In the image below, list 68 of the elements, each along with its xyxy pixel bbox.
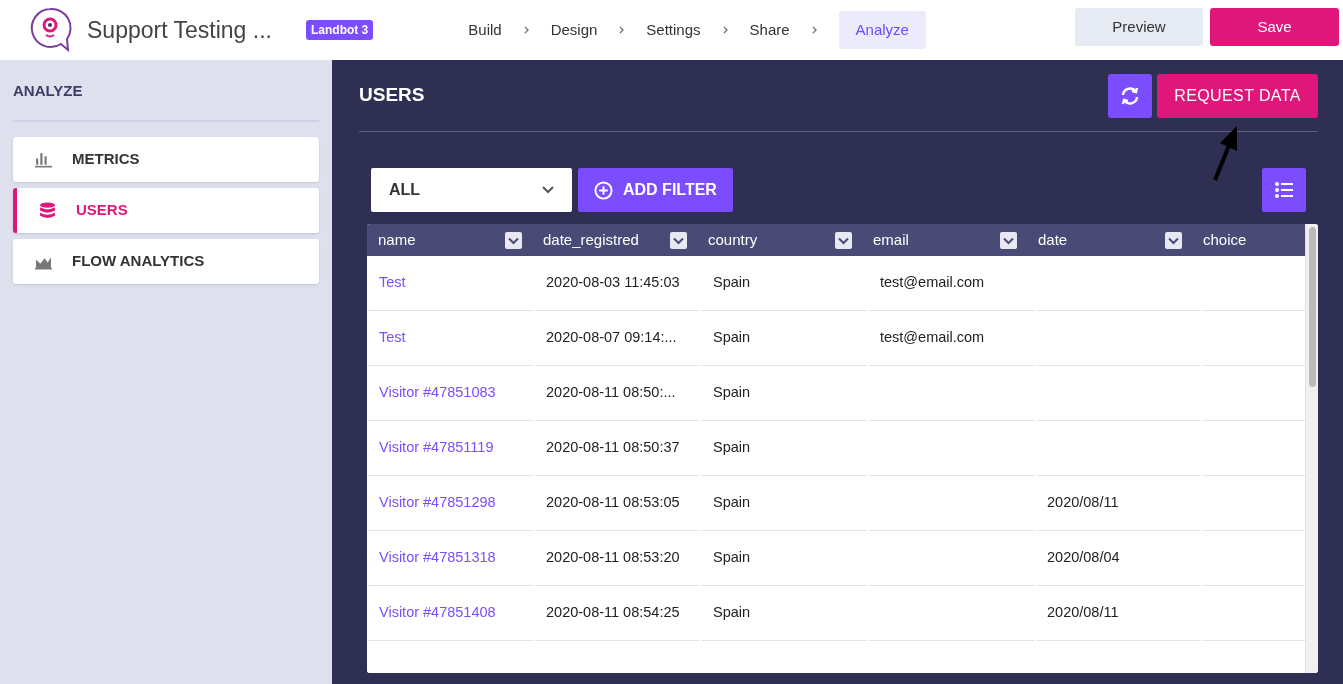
user-link[interactable]: Visitor #47851318 bbox=[379, 547, 496, 569]
table-cell-text: 2020-08-11 08:53:20 bbox=[546, 548, 680, 568]
step-tab[interactable]: Build bbox=[468, 11, 502, 49]
step-tab[interactable]: Analyze bbox=[838, 11, 926, 49]
page-title: USERS bbox=[359, 83, 426, 108]
add-filter-button[interactable]: ADD FILTER bbox=[578, 168, 733, 212]
dropdown-icon bbox=[1000, 231, 1017, 249]
step-tab[interactable]: Settings bbox=[646, 11, 701, 49]
bot-title: Support Testing ... bbox=[87, 15, 272, 45]
column-header[interactable]: country bbox=[697, 224, 862, 256]
plus-circle-icon bbox=[594, 180, 613, 200]
user-link[interactable]: Test bbox=[379, 272, 406, 294]
column-header[interactable]: date bbox=[1027, 224, 1192, 256]
user-link[interactable]: Visitor #47851119 bbox=[379, 437, 494, 459]
table-cell-text: test@email.com bbox=[880, 328, 985, 348]
table-cell-text: Spain bbox=[713, 438, 751, 458]
column-header[interactable]: name bbox=[367, 224, 532, 256]
column-header[interactable]: email bbox=[862, 224, 1027, 256]
dropdown-icon bbox=[505, 231, 522, 249]
table-cell-text: 2020-08-11 08:50:... bbox=[546, 383, 676, 403]
columns-list-button[interactable] bbox=[1262, 168, 1306, 212]
table-cell-text: Spain bbox=[713, 328, 751, 348]
table-cell-text: Spain bbox=[713, 273, 751, 293]
refresh-button[interactable] bbox=[1108, 73, 1152, 118]
user-link[interactable]: Visitor #47851298 bbox=[379, 492, 496, 514]
bar-chart-icon bbox=[35, 151, 52, 168]
filter-dropdown[interactable]: ALL bbox=[371, 168, 572, 212]
logo-icon bbox=[28, 6, 72, 54]
dropdown-icon bbox=[835, 231, 852, 249]
sidebar-item[interactable]: USERS bbox=[13, 188, 319, 233]
vertical-scrollbar[interactable] bbox=[1305, 224, 1318, 673]
save-button[interactable]: Save bbox=[1210, 8, 1339, 46]
version-badge: Landbot 3 bbox=[305, 20, 374, 40]
step-tab[interactable]: Share bbox=[749, 11, 790, 49]
user-link[interactable]: Visitor #47851083 bbox=[379, 382, 496, 404]
refresh-icon bbox=[1120, 85, 1140, 106]
table-cell-text: 2020/08/11 bbox=[1047, 493, 1119, 513]
list-icon bbox=[1274, 181, 1294, 199]
chevron-right-icon bbox=[619, 26, 625, 34]
chevron-down-icon bbox=[542, 186, 554, 194]
sidebar-item[interactable]: METRICS bbox=[13, 137, 319, 182]
table-cell-text: 2020-08-03 11:45:03 bbox=[546, 273, 680, 293]
user-link[interactable]: Test bbox=[379, 327, 406, 349]
table-cell-text: 2020/08/04 bbox=[1047, 548, 1120, 568]
chevron-right-icon bbox=[811, 26, 817, 34]
table-cell-text: 2020-08-07 09:14:... bbox=[546, 328, 677, 348]
table-cell-text: test@email.com bbox=[880, 273, 985, 293]
database-icon bbox=[39, 202, 56, 219]
table-cell-text: 2020-08-11 08:50:37 bbox=[546, 438, 680, 458]
user-link[interactable]: Visitor #47851408 bbox=[379, 602, 496, 624]
table-cell-text: 2020/08/11 bbox=[1047, 603, 1119, 623]
column-header[interactable]: choice bbox=[1192, 224, 1305, 256]
dropdown-icon bbox=[1165, 231, 1182, 249]
request-data-button[interactable]: REQUEST DATA bbox=[1157, 73, 1318, 118]
table-cell-text: 2020-08-11 08:53:05 bbox=[546, 493, 680, 513]
step-tab[interactable]: Design bbox=[550, 11, 598, 49]
preview-button[interactable]: Preview bbox=[1075, 8, 1203, 46]
table-cell-text: Spain bbox=[713, 383, 751, 403]
table-cell-text: Spain bbox=[713, 603, 751, 623]
table-cell-text: 2020-08-11 08:54:25 bbox=[546, 603, 680, 623]
sidebar-item[interactable]: FLOW ANALYTICS bbox=[13, 239, 319, 284]
chevron-right-icon bbox=[722, 26, 728, 34]
dropdown-icon bbox=[670, 231, 687, 249]
column-header[interactable]: date_registred bbox=[532, 224, 697, 256]
chevron-right-icon bbox=[523, 26, 529, 34]
sidebar-heading: ANALYZE bbox=[13, 81, 84, 101]
table-cell-text: Spain bbox=[713, 548, 751, 568]
table-cell-text: Spain bbox=[713, 493, 751, 513]
